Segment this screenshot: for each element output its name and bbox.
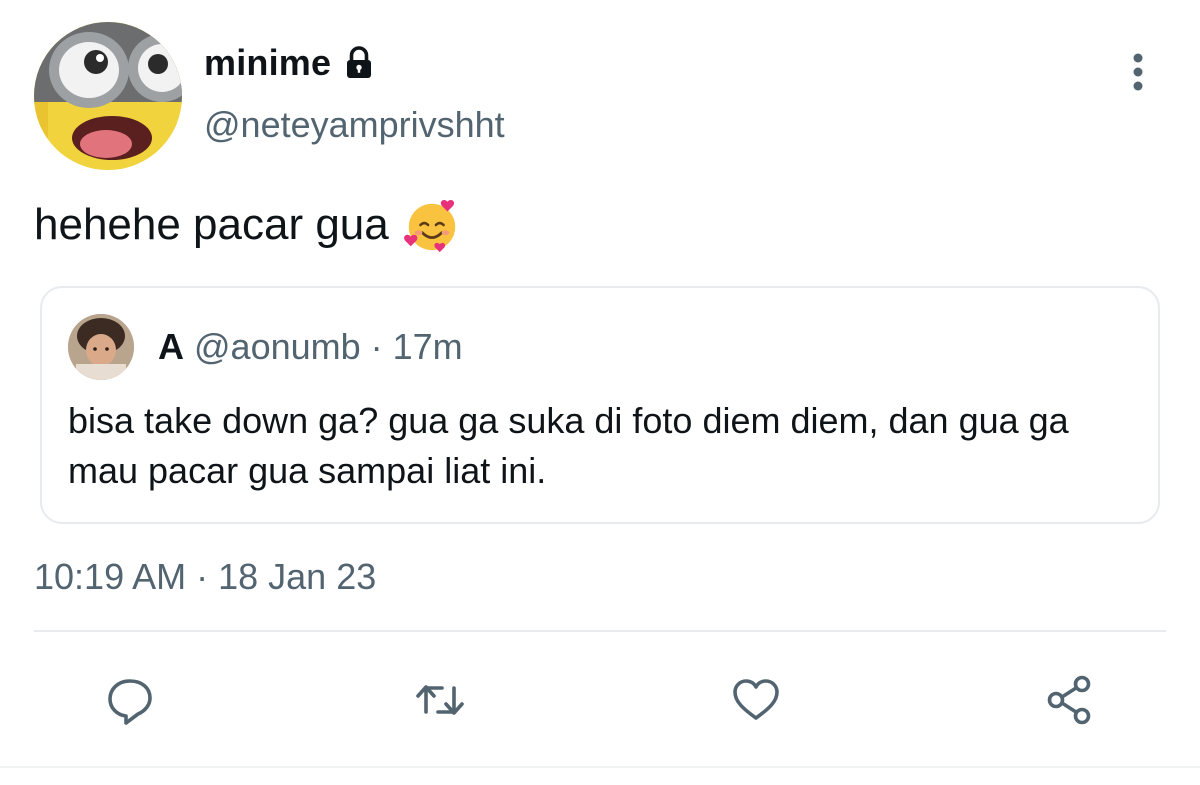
share-button[interactable] — [1040, 670, 1100, 730]
lock-icon — [347, 46, 372, 78]
timestamp-date: 18 Jan 23 — [218, 556, 377, 597]
reply-icon — [108, 679, 152, 725]
quoted-handle[interactable]: @aonumb — [194, 326, 361, 368]
quoted-text: bisa take down ga? gua ga suka di foto d… — [68, 400, 1069, 491]
quoted-header: A @aonumb · 17m — [158, 326, 463, 368]
divider — [34, 630, 1166, 632]
tweet-text: hehehe pacar gua — [34, 200, 389, 249]
author-name-row[interactable]: minime — [204, 42, 377, 84]
retweet-icon — [416, 685, 464, 715]
tweet-text-row: hehehe pacar gua — [34, 196, 461, 254]
tweet-detail: minime @neteyamprivshht hehehe pacar gua — [0, 0, 1200, 785]
timestamp-separator: · — [196, 556, 209, 597]
smiling-face-with-hearts-icon — [403, 200, 455, 253]
reply-button[interactable] — [100, 670, 160, 730]
tweet-timestamp[interactable]: 10:19 AM · 18 Jan 23 — [34, 556, 376, 598]
quoted-separator: · — [370, 326, 383, 367]
share-icon — [1047, 675, 1091, 725]
like-icon — [733, 679, 779, 720]
author-display-name[interactable]: minime — [204, 42, 331, 84]
more-options-icon[interactable] — [1120, 50, 1156, 94]
quoted-avatar-image — [68, 314, 134, 380]
minion-avatar-image — [34, 22, 182, 170]
retweet-button[interactable] — [410, 670, 470, 730]
bottom-divider — [0, 766, 1200, 768]
timestamp-time: 10:19 AM — [34, 556, 187, 597]
author-handle[interactable]: @neteyamprivshht — [204, 104, 505, 146]
like-button[interactable] — [726, 670, 786, 730]
quoted-display-name[interactable]: A — [158, 326, 184, 368]
quoted-tweet-card[interactable]: A @aonumb · 17m bisa take down ga? gua g… — [40, 286, 1160, 524]
quoted-author-avatar[interactable] — [68, 314, 134, 380]
author-avatar[interactable] — [34, 22, 182, 170]
quoted-relative-time: 17m — [392, 326, 463, 367]
